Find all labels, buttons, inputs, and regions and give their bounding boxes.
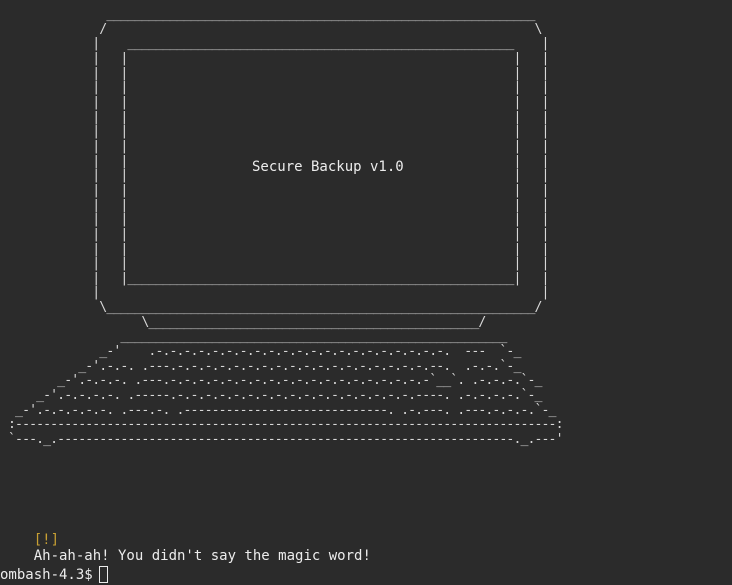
text-cursor[interactable] (98, 566, 108, 583)
screen-title: Secure Backup v1.0 (252, 159, 404, 175)
warning-tag: [!] (33, 532, 60, 548)
shell-prompt: ombash-4.3$ (0, 566, 93, 583)
ascii-computer-art: ________________________________________… (8, 7, 563, 448)
shell-prompt-line[interactable]: ombash-4.3$ (0, 566, 108, 583)
warning-message: Ah-ah-ah! You didn't say the magic word! (33, 548, 371, 564)
terminal-window[interactable]: ________________________________________… (0, 0, 732, 585)
